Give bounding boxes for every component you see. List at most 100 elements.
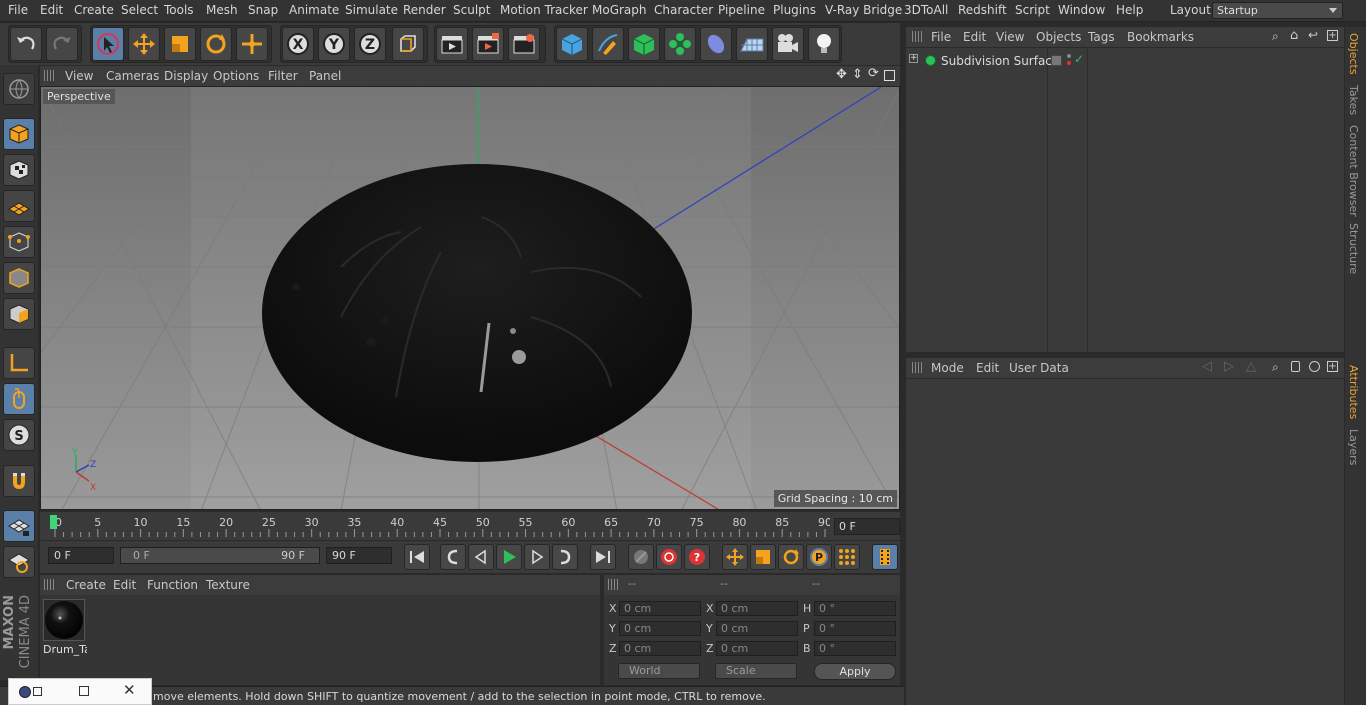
viewport-menu-cameras[interactable]: Cameras bbox=[106, 69, 159, 83]
drum-object[interactable] bbox=[262, 164, 692, 462]
apply-button[interactable]: Apply bbox=[814, 663, 896, 680]
play-button[interactable] bbox=[496, 544, 522, 570]
tab-attributes[interactable]: Attributes bbox=[1347, 365, 1360, 419]
keyframe-selection-button[interactable]: ? bbox=[684, 544, 710, 570]
snapping-button[interactable] bbox=[3, 465, 35, 497]
object-menu-view[interactable]: View bbox=[996, 30, 1024, 44]
menu-character[interactable]: Character bbox=[654, 3, 713, 17]
y-axis-button[interactable]: Y bbox=[318, 27, 350, 61]
menu-redshift[interactable]: Redshift bbox=[958, 3, 1007, 17]
menu-script[interactable]: Script bbox=[1015, 3, 1050, 17]
back-arrow-icon[interactable]: ↩ bbox=[1308, 28, 1318, 42]
solo-mode-button[interactable]: S bbox=[3, 419, 35, 451]
coordinate-system-button[interactable] bbox=[392, 27, 424, 61]
menu-select[interactable]: Select bbox=[121, 3, 158, 17]
dolly-view-icon[interactable]: ⇕ bbox=[852, 67, 863, 82]
preview-range-slider[interactable]: 0 F 90 F bbox=[120, 547, 320, 564]
coordinate-mode-dropdown[interactable]: World bbox=[618, 663, 700, 679]
close-icon[interactable]: ✕ bbox=[123, 681, 136, 699]
current-frame-field[interactable]: 0 F bbox=[834, 518, 900, 535]
menu-pipeline[interactable]: Pipeline bbox=[718, 3, 765, 17]
next-key-button[interactable] bbox=[552, 544, 578, 570]
workplane-snap-button[interactable] bbox=[3, 546, 35, 578]
material-menu-create[interactable]: Create bbox=[66, 578, 106, 592]
menu-tools[interactable]: Tools bbox=[164, 3, 194, 17]
add-spline-pen-button[interactable] bbox=[592, 27, 624, 61]
target-icon[interactable] bbox=[1309, 361, 1320, 372]
axis-mode-button[interactable] bbox=[3, 347, 35, 379]
menu-window[interactable]: Window bbox=[1058, 3, 1105, 17]
scale-tool-button[interactable] bbox=[164, 27, 196, 61]
menu-mograph[interactable]: MoGraph bbox=[592, 3, 647, 17]
orbit-view-icon[interactable]: ⟳ bbox=[868, 66, 879, 81]
timeline-window-button[interactable] bbox=[872, 544, 898, 570]
menu-render[interactable]: Render bbox=[403, 3, 446, 17]
end-frame-field[interactable]: 90 F bbox=[326, 547, 392, 564]
perspective-viewport[interactable]: Y Z X Perspective Grid Spacing : 10 cm bbox=[40, 86, 900, 510]
drag-handle-icon[interactable] bbox=[608, 579, 618, 590]
search-icon[interactable]: ⌕ bbox=[1272, 29, 1279, 44]
playhead[interactable] bbox=[50, 515, 57, 529]
rotate-tool-button[interactable] bbox=[200, 27, 232, 61]
x-axis-button[interactable]: X bbox=[282, 27, 314, 61]
add-camera-button[interactable] bbox=[772, 27, 804, 61]
rot-p-field[interactable]: 0 ° bbox=[814, 621, 896, 636]
tab-objects[interactable]: Objects bbox=[1347, 33, 1360, 75]
viewport-menu-options[interactable]: Options bbox=[213, 69, 259, 83]
menu-vray-bridge[interactable]: V-Ray Bridge bbox=[825, 3, 902, 17]
timeline-ruler[interactable]: 0 5 10 15 20 25 30 35 40 45 50 55 60 65 70 75 80 85 90 bbox=[40, 512, 900, 540]
autokey-button[interactable] bbox=[656, 544, 682, 570]
render-picture-viewer-button[interactable] bbox=[472, 27, 504, 61]
edges-mode-button[interactable] bbox=[3, 262, 35, 294]
previous-key-button[interactable] bbox=[440, 544, 466, 570]
points-mode-button[interactable] bbox=[3, 226, 35, 258]
move-tool-button[interactable] bbox=[128, 27, 160, 61]
pos-y-field[interactable]: 0 cm bbox=[619, 621, 701, 636]
new-panel-icon[interactable]: + bbox=[1327, 30, 1338, 41]
maximize-icon[interactable] bbox=[79, 686, 89, 696]
record-rotation-button[interactable] bbox=[778, 544, 804, 570]
layer-toggle-icon[interactable] bbox=[1051, 55, 1062, 66]
menu-create[interactable]: Create bbox=[74, 3, 114, 17]
attribute-menu-mode[interactable]: Mode bbox=[931, 361, 964, 375]
record-point-level-button[interactable] bbox=[834, 544, 860, 570]
tab-layers[interactable]: Layers bbox=[1347, 429, 1360, 465]
menu-snap[interactable]: Snap bbox=[248, 3, 278, 17]
object-menu-objects[interactable]: Objects bbox=[1036, 30, 1081, 44]
pan-view-icon[interactable]: ✥ bbox=[836, 67, 847, 82]
start-frame-field[interactable]: 0 F bbox=[48, 547, 114, 564]
workplane-lock-button[interactable] bbox=[3, 510, 35, 542]
size-y-field[interactable]: 0 cm bbox=[716, 621, 798, 636]
menu-help[interactable]: Help bbox=[1116, 3, 1143, 17]
viewport-menu-filter[interactable]: Filter bbox=[268, 69, 298, 83]
rot-h-field[interactable]: 0 ° bbox=[814, 601, 896, 616]
material-swatch[interactable] bbox=[43, 599, 85, 641]
render-view-button[interactable] bbox=[436, 27, 468, 61]
record-parameter-button[interactable]: P bbox=[806, 544, 832, 570]
material-menu-texture[interactable]: Texture bbox=[206, 578, 250, 592]
z-axis-button[interactable]: Z bbox=[354, 27, 386, 61]
rot-b-field[interactable]: 0 ° bbox=[814, 641, 896, 656]
material-menu-edit[interactable]: Edit bbox=[113, 578, 136, 592]
pos-x-field[interactable]: 0 cm bbox=[619, 601, 701, 616]
menu-sculpt[interactable]: Sculpt bbox=[453, 3, 490, 17]
menu-motion-tracker[interactable]: Motion Tracker bbox=[500, 3, 588, 17]
viewport-menu-view[interactable]: View bbox=[65, 69, 93, 83]
render-settings-button[interactable] bbox=[508, 27, 540, 61]
forward-arrow-icon[interactable]: ▷ bbox=[1224, 359, 1234, 374]
drag-handle-icon[interactable] bbox=[44, 579, 54, 590]
back-arrow-icon[interactable]: ◁ bbox=[1202, 359, 1212, 374]
menu-edit[interactable]: Edit bbox=[40, 3, 63, 17]
material-menu-function[interactable]: Function bbox=[147, 578, 198, 592]
lock-icon[interactable] bbox=[1291, 361, 1300, 372]
menu-simulate[interactable]: Simulate bbox=[345, 3, 398, 17]
object-row[interactable]: + Subdivision Surface ✓ bbox=[906, 51, 1344, 69]
tweak-mode-button[interactable] bbox=[3, 383, 35, 415]
record-position-button[interactable] bbox=[722, 544, 748, 570]
attribute-menu-user-data[interactable]: User Data bbox=[1009, 361, 1069, 375]
viewport-menu-panel[interactable]: Panel bbox=[309, 69, 341, 83]
object-menu-file[interactable]: File bbox=[931, 30, 951, 44]
attribute-menu-edit[interactable]: Edit bbox=[976, 361, 999, 375]
polygons-mode-button[interactable] bbox=[3, 298, 35, 330]
home-icon[interactable]: ⌂ bbox=[1290, 28, 1298, 43]
